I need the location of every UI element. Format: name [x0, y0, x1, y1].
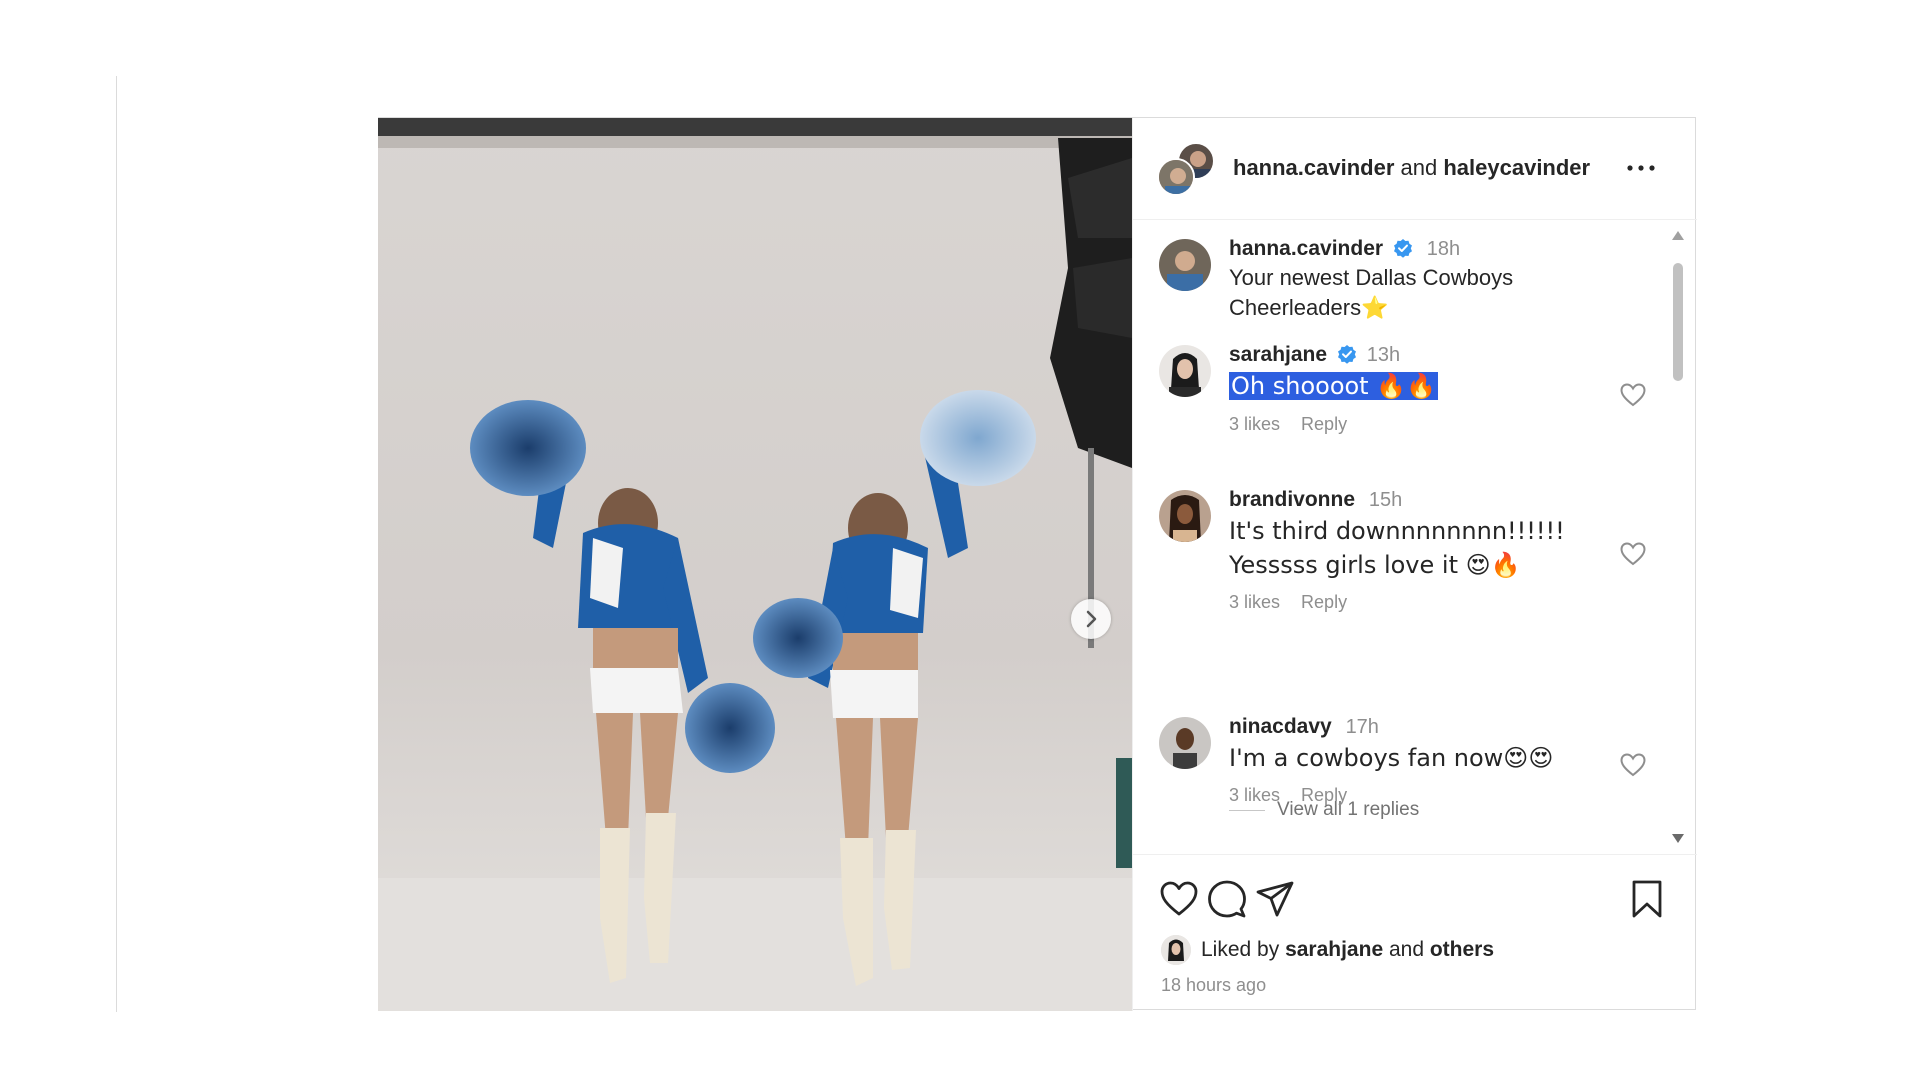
comments-scrollbar[interactable] — [1667, 231, 1689, 843]
caption-body: hanna.cavinder 18h Your newest Dallas Co… — [1229, 235, 1609, 323]
comment-body: brandivonne 15h It's third downnnnnnnn!!… — [1229, 486, 1609, 613]
liked-by-summary: Liked by sarahjane and others — [1161, 935, 1494, 965]
heart-icon[interactable] — [1620, 753, 1646, 777]
author-username-1[interactable]: hanna.cavinder — [1233, 155, 1394, 180]
avatar[interactable] — [1159, 345, 1211, 397]
comment-body: sarahjane 13h Oh shoooot 🔥🔥 3 likes Repl… — [1229, 341, 1609, 435]
comment-time[interactable]: 13h — [1367, 344, 1400, 366]
comment-actions: 3 likes Reply — [1229, 414, 1609, 435]
comment-meta: ninacdavy 17h — [1229, 713, 1609, 741]
comment-username[interactable]: sarahjane — [1229, 343, 1327, 366]
post-side-panel: hanna.cavinder and haleycavinder hanna.c… — [1132, 118, 1697, 1011]
comment-text-line-1: It's third downnnnnnnn!!!!!! — [1229, 517, 1565, 545]
comment-text-line-2: Yesssss girls love it 😍🔥 — [1229, 551, 1521, 579]
post-modal: hanna.cavinder and haleycavinder hanna.c… — [378, 117, 1697, 1011]
avatar[interactable] — [1159, 490, 1211, 542]
comment-username[interactable]: hanna.cavinder — [1229, 237, 1383, 260]
comment-username[interactable]: ninacdavy — [1229, 715, 1332, 738]
scroll-up-arrow-icon[interactable] — [1672, 231, 1684, 240]
scrollbar-thumb[interactable] — [1673, 263, 1683, 381]
post-image — [378, 118, 1132, 1011]
post-actions-footer: Liked by sarahjane and others 18 hours a… — [1133, 854, 1697, 1011]
paper-plane-icon[interactable] — [1255, 879, 1295, 919]
reply-button[interactable]: Reply — [1301, 592, 1347, 612]
liked-by-others[interactable]: others — [1430, 938, 1494, 962]
post-authors: hanna.cavinder and haleycavinder — [1233, 155, 1590, 181]
collab-avatars[interactable] — [1157, 142, 1215, 196]
heart-icon[interactable] — [1620, 542, 1646, 566]
liked-by-prefix: Liked by — [1201, 938, 1280, 961]
verified-badge-icon — [1393, 239, 1412, 258]
heart-icon[interactable] — [1159, 879, 1199, 919]
avatar[interactable] — [1159, 239, 1211, 291]
comments-list[interactable]: hanna.cavinder 18h Your newest Dallas Co… — [1133, 221, 1697, 854]
comment-meta: sarahjane 13h — [1229, 341, 1609, 369]
comment-username[interactable]: brandivonne — [1229, 488, 1355, 511]
bookmark-icon[interactable] — [1627, 879, 1667, 919]
comment-time[interactable]: 15h — [1369, 489, 1402, 511]
post-timestamp[interactable]: 18 hours ago — [1161, 975, 1266, 996]
comment-likes[interactable]: 3 likes — [1229, 592, 1280, 612]
avatar[interactable] — [1159, 717, 1211, 769]
comment-likes[interactable]: 3 likes — [1229, 785, 1280, 805]
photo-illustration — [378, 118, 1132, 1011]
authors-joiner: and — [1400, 155, 1438, 180]
liked-by-user[interactable]: sarahjane — [1285, 938, 1383, 962]
heart-icon[interactable] — [1620, 383, 1646, 407]
avatar[interactable] — [1161, 935, 1191, 965]
comment-bubble-icon[interactable] — [1207, 879, 1247, 919]
avatar — [1157, 158, 1195, 196]
comment-time[interactable]: 17h — [1346, 716, 1379, 738]
page-divider — [116, 76, 117, 1012]
comment-body: ninacdavy 17h I'm a cowboys fan now😍😍 3 … — [1229, 713, 1609, 806]
comment-actions: 3 likes Reply — [1229, 592, 1609, 613]
comment-likes[interactable]: 3 likes — [1229, 414, 1280, 434]
reply-button[interactable]: Reply — [1301, 785, 1347, 805]
comment-text: Oh shoooot 🔥🔥 — [1229, 369, 1609, 404]
selected-comment-text[interactable]: Oh shoooot 🔥🔥 — [1229, 372, 1438, 400]
liked-by-and: and — [1388, 938, 1425, 961]
comment-meta: brandivonne 15h — [1229, 486, 1609, 514]
replies-divider — [1229, 809, 1265, 811]
chevron-right-icon — [1086, 610, 1097, 628]
caption-text: Your newest Dallas Cowboys Cheerleaders⭐ — [1229, 265, 1514, 320]
reply-button[interactable]: Reply — [1301, 414, 1347, 434]
verified-badge-icon — [1337, 345, 1356, 364]
caption-meta: hanna.cavinder 18h — [1229, 235, 1609, 263]
more-options-icon — [1627, 165, 1655, 171]
comment-text: I'm a cowboys fan now😍😍 — [1229, 744, 1554, 772]
scroll-down-arrow-icon[interactable] — [1672, 834, 1684, 843]
comment-actions: 3 likes Reply — [1229, 785, 1609, 806]
post-header: hanna.cavinder and haleycavinder — [1133, 118, 1697, 220]
next-image-button[interactable] — [1071, 599, 1111, 639]
comment-time[interactable]: 18h — [1427, 238, 1460, 260]
author-username-2[interactable]: haleycavinder — [1443, 155, 1590, 180]
more-options-button[interactable] — [1623, 154, 1659, 182]
